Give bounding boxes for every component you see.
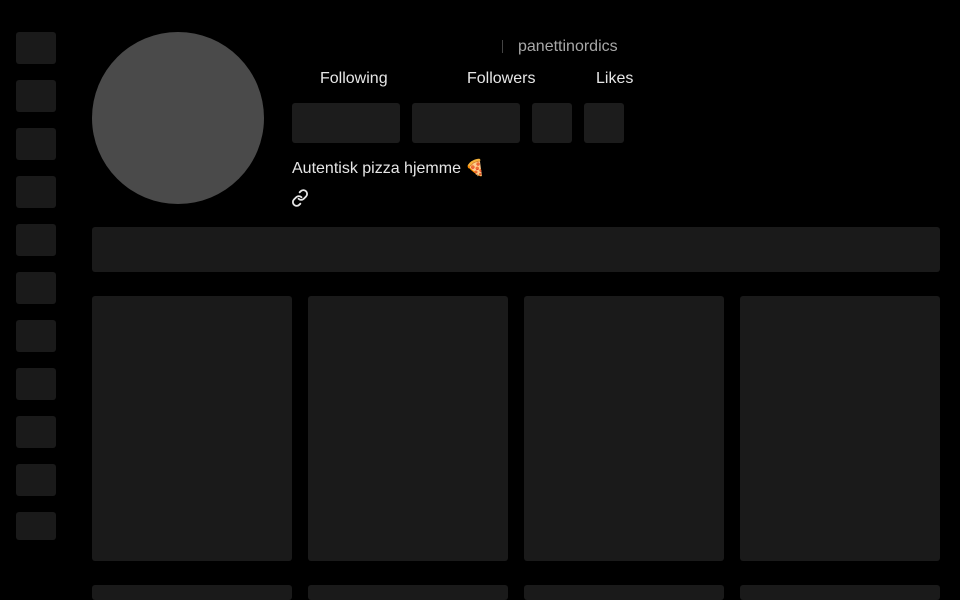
follow-button[interactable] bbox=[292, 103, 400, 143]
content-tabs[interactable] bbox=[92, 227, 940, 272]
sidebar-item-placeholder[interactable] bbox=[16, 32, 56, 64]
video-tile[interactable] bbox=[308, 296, 508, 561]
video-tile[interactable] bbox=[524, 585, 724, 600]
avatar[interactable] bbox=[92, 32, 264, 204]
sidebar-item-placeholder[interactable] bbox=[16, 512, 56, 540]
video-tile[interactable] bbox=[740, 585, 940, 600]
following-label[interactable]: Following bbox=[320, 70, 388, 88]
profile-bio: Autentisk pizza hjemme 🍕 bbox=[292, 160, 486, 177]
sidebar-item-placeholder[interactable] bbox=[16, 176, 56, 208]
sidebar-item-placeholder[interactable] bbox=[16, 128, 56, 160]
video-tile[interactable] bbox=[308, 585, 508, 600]
sidebar-item-placeholder[interactable] bbox=[16, 368, 56, 400]
sidebar-item-placeholder[interactable] bbox=[16, 224, 56, 256]
video-tile[interactable] bbox=[524, 296, 724, 561]
username: panettinordics bbox=[518, 38, 618, 55]
likes-label[interactable]: Likes bbox=[596, 70, 633, 88]
sidebar-item-placeholder[interactable] bbox=[16, 80, 56, 112]
link-icon[interactable] bbox=[291, 189, 309, 207]
followers-label[interactable]: Followers bbox=[467, 70, 535, 88]
sidebar-item-placeholder[interactable] bbox=[16, 272, 56, 304]
message-button[interactable] bbox=[412, 103, 520, 143]
sidebar-item-placeholder[interactable] bbox=[16, 320, 56, 352]
video-tile[interactable] bbox=[740, 296, 940, 561]
video-tile[interactable] bbox=[92, 585, 292, 600]
sidebar-item-placeholder[interactable] bbox=[16, 416, 56, 448]
video-tile[interactable] bbox=[92, 296, 292, 561]
sidebar-nav bbox=[16, 32, 56, 556]
more-button[interactable] bbox=[584, 103, 624, 143]
suggest-button[interactable] bbox=[532, 103, 572, 143]
profile-name-row: panettinordics bbox=[292, 36, 632, 58]
name-divider bbox=[502, 40, 503, 53]
sidebar-item-placeholder[interactable] bbox=[16, 464, 56, 496]
